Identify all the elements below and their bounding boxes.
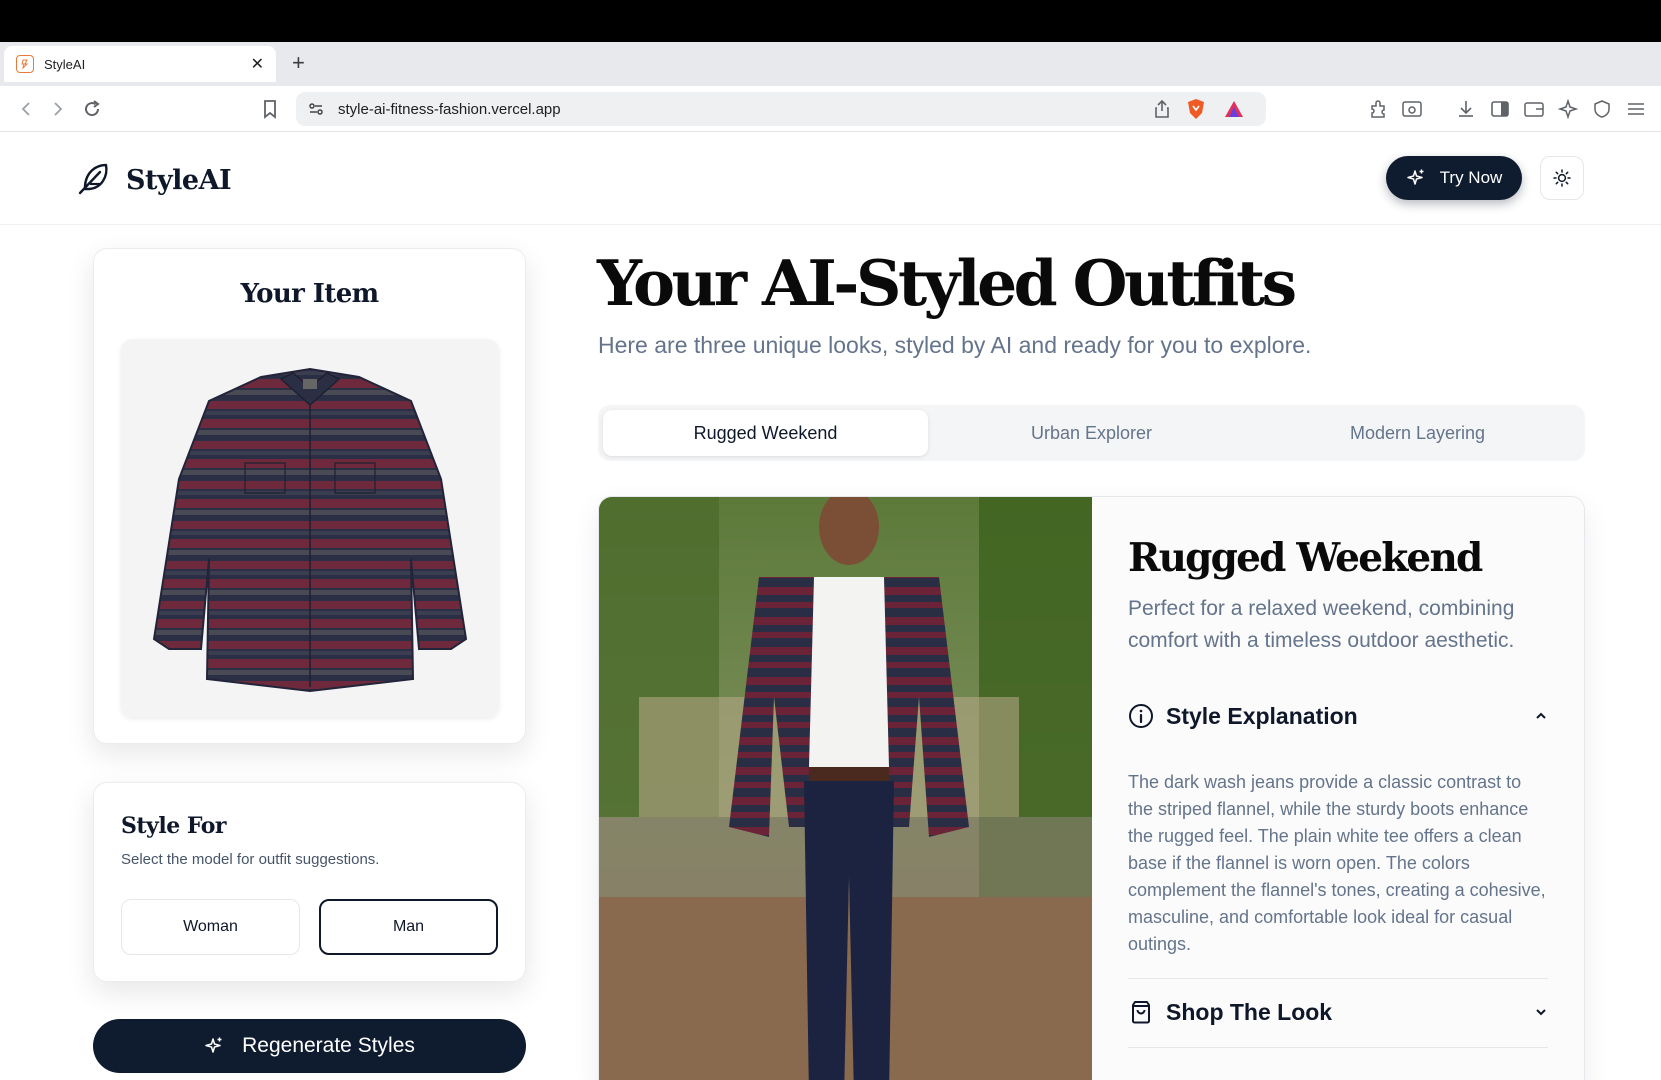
woman-option-button[interactable]: Woman [121, 899, 300, 955]
vpn-shield-icon[interactable] [1590, 97, 1614, 121]
wallet-icon[interactable] [1522, 97, 1546, 121]
shop-the-look-toggle[interactable]: Shop The Look [1128, 997, 1548, 1027]
tab-title: StyleAI [44, 56, 86, 72]
sidebar-icon[interactable] [1488, 97, 1512, 121]
try-now-label: Try Now [1439, 168, 1503, 187]
uploaded-item-image [121, 339, 499, 717]
outfit-tabs: Rugged Weekend Urban Explorer Modern Lay… [598, 405, 1585, 461]
browser-toolbar: style-ai-fitness-fashion.vercel.app [0, 86, 1661, 132]
feather-icon [76, 160, 112, 201]
man-option-button[interactable]: Man [319, 899, 498, 955]
shopping-bag-icon [1132, 1001, 1150, 1024]
theme-toggle-button[interactable] [1540, 156, 1584, 200]
os-top-bar [0, 0, 1661, 42]
browser-tab-strip: StyleAI ✕ + [0, 42, 1661, 86]
forward-icon[interactable] [46, 97, 70, 121]
reader-mode-icon[interactable] [1400, 97, 1424, 121]
regenerate-styles-button[interactable]: Regenerate Styles [93, 1019, 526, 1073]
brave-shields-icon[interactable] [1184, 97, 1208, 121]
tab-rugged-weekend[interactable]: Rugged Weekend [603, 410, 928, 456]
new-tab-icon[interactable]: + [292, 52, 305, 74]
style-explanation-toggle[interactable]: Style Explanation [1128, 701, 1548, 731]
brand-logo[interactable]: StyleAI [76, 160, 232, 201]
shop-the-look-title: Shop The Look [1166, 998, 1333, 1025]
close-tab-icon[interactable]: ✕ [251, 54, 264, 74]
your-item-card: Your Item [93, 248, 526, 744]
style-for-card: Style For Select the model for outfit su… [93, 782, 526, 982]
back-icon[interactable] [14, 97, 38, 121]
brand-name: StyleAI [126, 165, 232, 196]
style-for-subtitle: Select the model for outfit suggestions. [121, 851, 380, 868]
try-now-button[interactable]: Try Now [1386, 156, 1522, 200]
reload-icon[interactable] [80, 97, 104, 121]
outfit-description: Perfect for a relaxed weekend, combining… [1128, 597, 1515, 652]
chevron-down-icon [1536, 1009, 1546, 1016]
leo-ai-icon[interactable] [1556, 97, 1580, 121]
sun-icon [1553, 169, 1571, 187]
sparkles-icon [1406, 169, 1424, 185]
outfit-model-photo [599, 497, 1092, 1080]
sparkles-icon [205, 1037, 222, 1053]
site-settings-icon[interactable] [304, 97, 328, 121]
section-divider [1128, 1047, 1548, 1048]
page-subtitle: Here are three unique looks, styled by A… [598, 332, 1312, 358]
style-for-title: Style For [121, 813, 227, 839]
outfit-details-panel: Rugged Weekend Perfect for a relaxed wee… [1092, 497, 1584, 1080]
page-title: Your AI-Styled Outfits [597, 246, 1297, 320]
tab-modern-layering[interactable]: Modern Layering [1255, 410, 1580, 456]
your-item-title: Your Item [240, 279, 379, 309]
section-divider [1128, 978, 1548, 979]
chevron-up-icon [1536, 712, 1546, 719]
extensions-icon[interactable] [1366, 97, 1390, 121]
style-explanation-title: Style Explanation [1166, 702, 1358, 729]
url-text: style-ai-fitness-fashion.vercel.app [338, 101, 561, 118]
outfit-name: Rugged Weekend [1128, 535, 1483, 581]
share-icon[interactable] [1150, 97, 1174, 121]
download-icon[interactable] [1454, 97, 1478, 121]
address-bar[interactable]: style-ai-fitness-fashion.vercel.app [296, 92, 1266, 126]
tab-urban-explorer[interactable]: Urban Explorer [929, 410, 1254, 456]
bookmark-icon[interactable] [258, 97, 282, 121]
favicon-icon [16, 55, 34, 73]
regenerate-label: Regenerate Styles [242, 1034, 415, 1057]
menu-icon[interactable] [1624, 97, 1648, 121]
browser-tab[interactable]: StyleAI ✕ [4, 46, 276, 82]
site-header: StyleAI Try Now [0, 132, 1661, 225]
style-explanation-text: The dark wash jeans provide a classic co… [1128, 772, 1546, 954]
info-icon [1129, 704, 1153, 728]
outfit-card: Rugged Weekend Perfect for a relaxed wee… [598, 496, 1585, 1080]
brave-rewards-icon[interactable] [1222, 97, 1246, 121]
